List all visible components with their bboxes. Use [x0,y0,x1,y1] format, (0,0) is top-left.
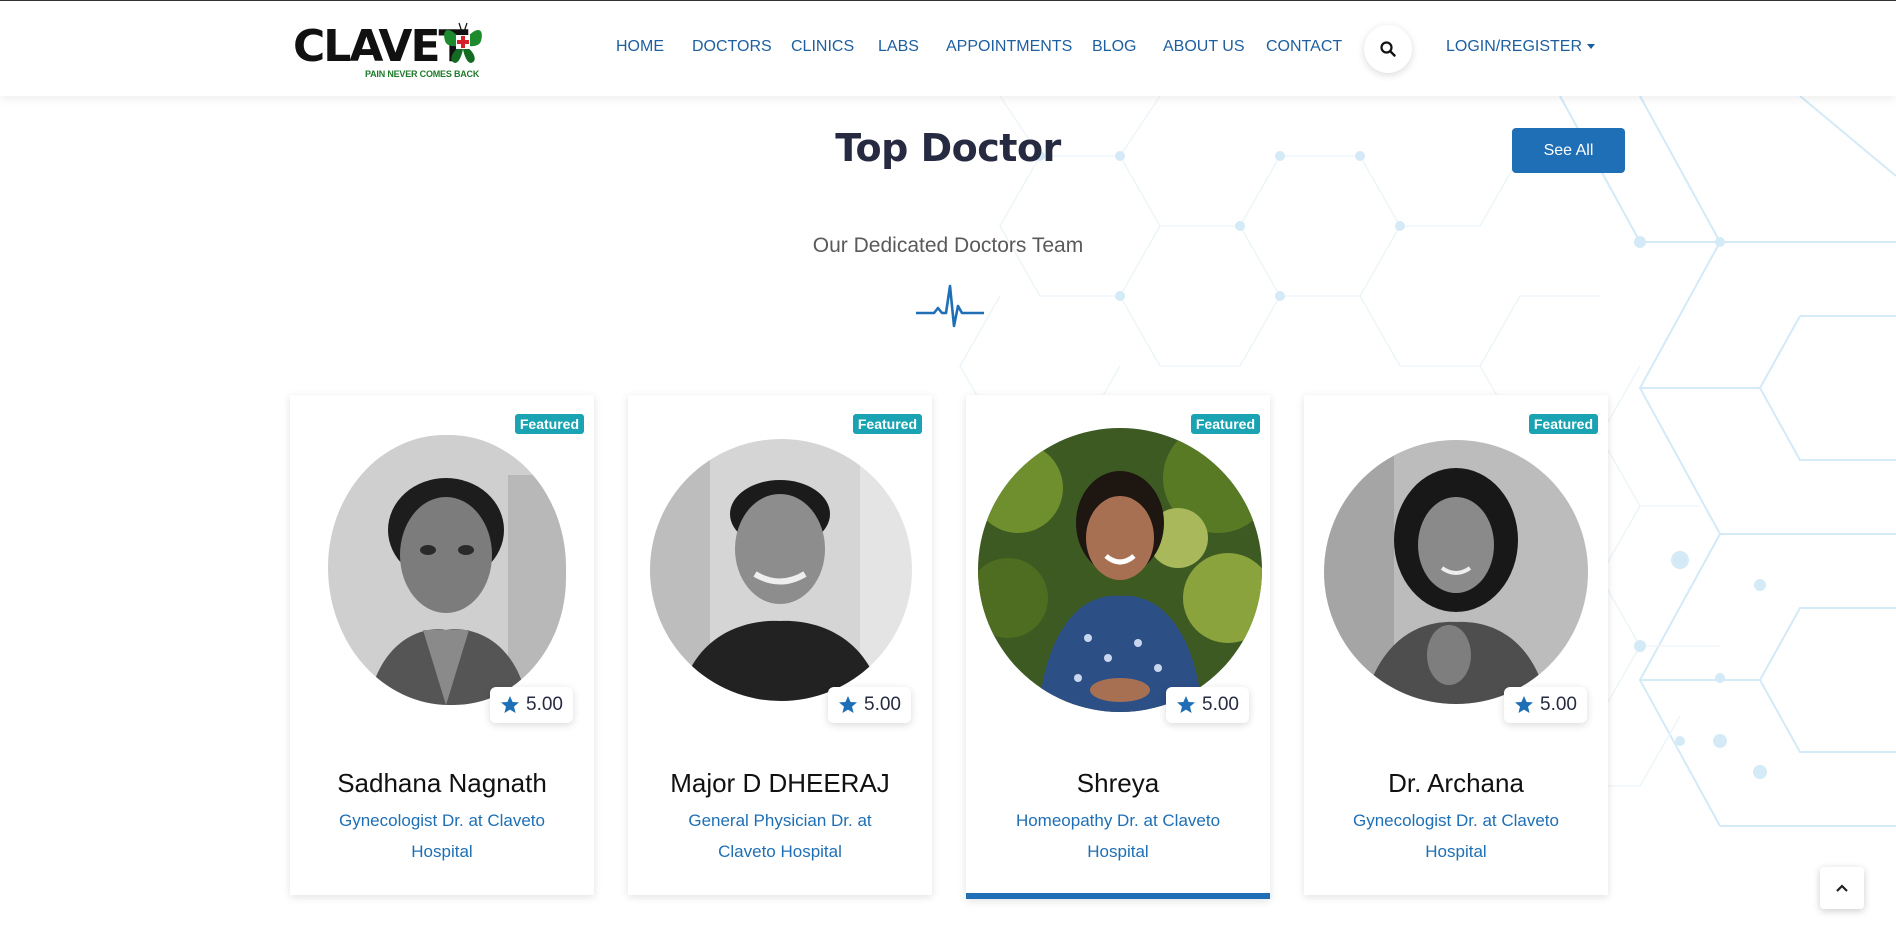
doctor-photo[interactable] [650,439,912,701]
doctor-portrait-image [1324,440,1588,704]
doctor-card[interactable]: Featured 5.00 Major D DHEERAJ General Ph… [628,395,932,895]
butterfly-logo-icon [444,22,482,63]
doctor-portrait-image [328,435,566,705]
rating-pill: 5.00 [490,687,573,723]
doctor-name[interactable]: Major D DHEERAJ [628,768,932,799]
nav-labs[interactable]: LABS [878,38,919,56]
nav-contact[interactable]: CONTACT [1266,38,1342,56]
section-subtitle: Our Dedicated Doctors Team [812,234,1084,257]
doctor-specialty: Gynecologist Dr. at Claveto Hospital [339,811,545,861]
search-button[interactable] [1364,25,1412,73]
nav-home[interactable]: HOME [616,38,664,56]
scroll-to-top-button[interactable] [1820,867,1864,909]
heartbeat-icon [916,284,984,328]
star-icon [1515,696,1533,713]
rating-pill: 5.00 [1166,687,1249,723]
site-logo[interactable]: CLAVET PAIN NEVER COMES BACK [293,21,493,81]
login-register-label: LOGIN/REGISTER [1446,38,1583,55]
doctor-specialty: Homeopathy Dr. at Claveto Hospital [1015,811,1221,861]
nav-clinics[interactable]: CLINICS [791,38,854,56]
star-icon [1177,696,1195,713]
star-icon [501,696,519,713]
login-register-dropdown[interactable]: LOGIN/REGISTER [1446,38,1596,56]
rating-value: 5.00 [1202,694,1239,715]
logo-tagline: PAIN NEVER COMES BACK [365,69,480,79]
chevron-up-icon [1836,884,1848,892]
nav-blog[interactable]: BLOG [1092,38,1136,56]
doctor-portrait-image [650,439,912,701]
doctor-card[interactable]: Featured 5.00 Sadhana Nagnath Gynecologi… [290,395,594,895]
nav-doctors[interactable]: DOCTORS [692,38,772,56]
featured-badge: Featured [1528,414,1598,434]
doctor-name[interactable]: Sadhana Nagnath [290,768,594,799]
rating-pill: 5.00 [1504,687,1587,723]
doctor-card[interactable]: Featured 5.00 Shreya Homeopathy Dr. at C… [966,395,1270,899]
doctor-specialty: General Physician Dr. at Claveto Hospita… [688,811,872,861]
doctor-specialty: Gynecologist Dr. at Claveto Hospital [1353,811,1559,861]
doctor-photo[interactable] [328,435,566,705]
site-header: CLAVET PAIN NEVER COMES BACK HOME DOCTOR… [0,1,1896,96]
featured-badge: Featured [514,414,584,434]
star-icon [839,696,857,713]
doctor-card[interactable]: Featured 5.00 Dr. Archana Gynecologist D… [1304,395,1608,895]
doctor-photo[interactable] [1324,440,1588,704]
rating-pill: 5.00 [828,687,911,723]
doctor-portrait-image [978,428,1262,712]
hexagon-background-pattern [959,96,1896,827]
see-all-button[interactable]: See All [1512,128,1625,173]
search-icon [1380,41,1396,57]
rating-value: 5.00 [1540,694,1577,715]
doctor-photo[interactable] [978,428,1262,712]
rating-value: 5.00 [864,694,901,715]
featured-badge: Featured [1190,414,1260,434]
featured-badge: Featured [852,414,922,434]
caret-down-icon [1587,44,1596,50]
nav-appointments[interactable]: APPOINTMENTS [946,38,1072,56]
rating-value: 5.00 [526,694,563,715]
doctor-name[interactable]: Shreya [966,768,1270,799]
nav-about-us[interactable]: ABOUT US [1163,38,1245,56]
doctor-name[interactable]: Dr. Archana [1304,768,1608,799]
